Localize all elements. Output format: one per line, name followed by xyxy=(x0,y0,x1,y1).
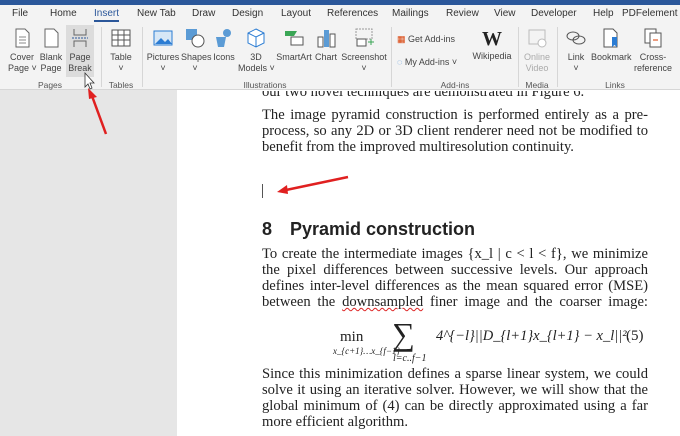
mouse-pointer-icon xyxy=(84,71,95,90)
red-arrow-annotation xyxy=(277,175,349,194)
red-arrow-annotation xyxy=(88,88,108,135)
annotation-overlay xyxy=(84,71,349,194)
